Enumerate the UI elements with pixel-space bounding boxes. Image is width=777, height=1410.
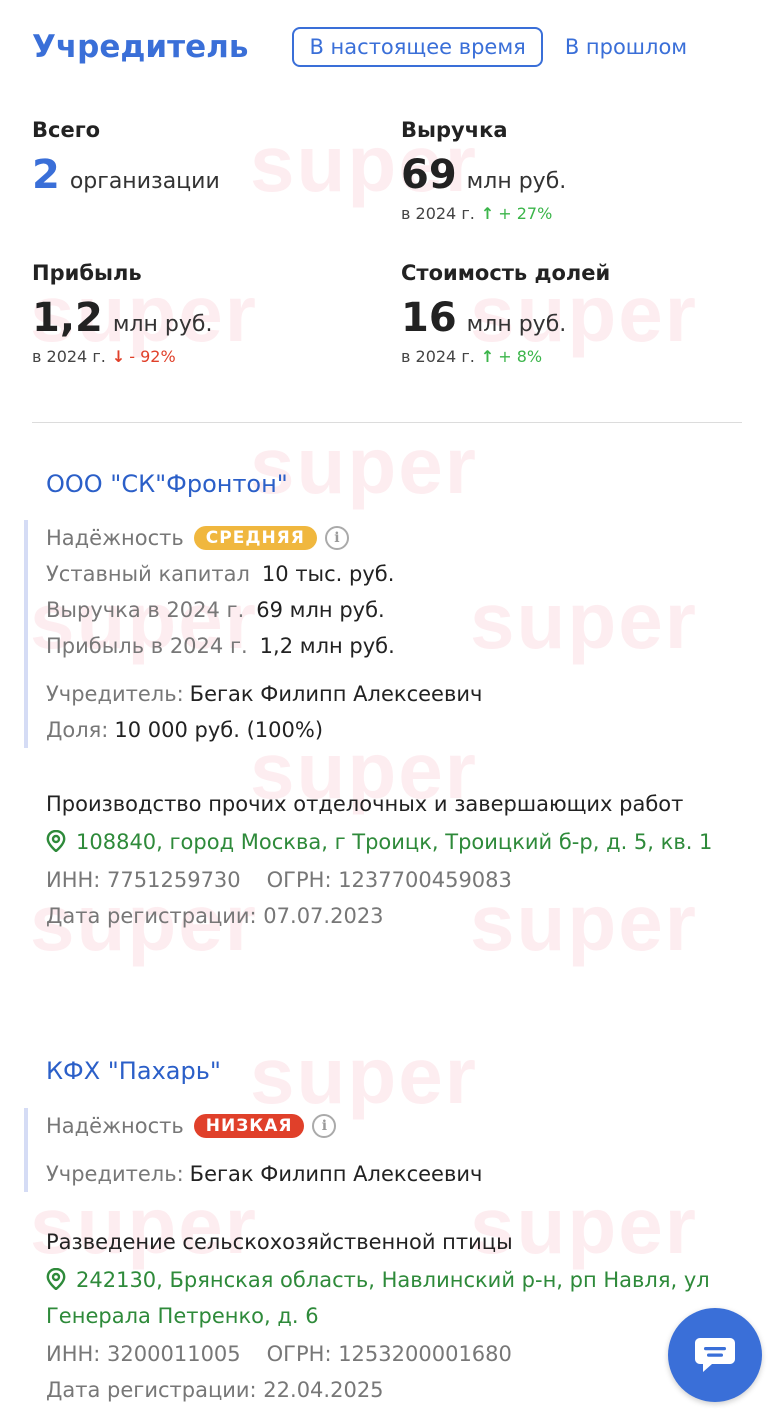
address-link[interactable]: 242130, Брянская область, Навлинский р-н…: [46, 1262, 746, 1334]
info-icon[interactable]: i: [312, 1114, 337, 1138]
stat-change: + 8%: [498, 347, 543, 366]
location-pin-icon: [46, 830, 66, 852]
stat-year: в 2024 г.: [401, 204, 475, 223]
reliability-label: Надёжность: [46, 1114, 184, 1138]
stat-value: 69: [401, 152, 457, 198]
registration-date: Дата регистрации: 07.07.2023: [46, 904, 384, 928]
org-name-link[interactable]: КФХ "Пахарь": [46, 1057, 221, 1085]
capital-value: 10 тыс. руб.: [261, 562, 395, 586]
stat-label: Стоимость долей: [401, 261, 611, 285]
stat-label: Прибыль: [32, 261, 142, 285]
revenue-value: 69 млн руб.: [256, 598, 385, 622]
tab-current[interactable]: В настоящее время: [292, 27, 543, 67]
org-info: Производство прочих отделочных и заверша…: [46, 786, 746, 934]
stat-shares: Стоимость долей 16 млн руб. в 2024 г. ↑ …: [401, 261, 741, 366]
ogrn: ОГРН: 1237700459083: [266, 868, 512, 892]
reliability-label: Надёжность: [46, 526, 184, 550]
profit-row: Прибыль в 2024 г. 1,2 млн руб.: [46, 628, 744, 664]
watermark: super: [250, 421, 478, 510]
stat-total: Всего 2 организации: [32, 118, 372, 198]
divider: [32, 422, 742, 423]
revenue-row: Выручка в 2024 г. 69 млн руб.: [46, 592, 744, 628]
stat-unit: млн руб.: [466, 169, 567, 194]
reliability-badge: НИЗКАЯ: [193, 1114, 305, 1138]
page-title: Учредитель: [32, 29, 249, 65]
profit-label: Прибыль в 2024 г.: [46, 634, 248, 658]
share-value: 10 000 руб. (100%): [114, 718, 324, 742]
address-text: 242130, Брянская область, Навлинский р-н…: [46, 1268, 710, 1328]
founder-label: Учредитель:: [46, 1162, 184, 1186]
stat-change-row: в 2024 г. ↓ - 92%: [32, 347, 372, 366]
chat-icon: [695, 1338, 735, 1372]
stat-unit: млн руб.: [112, 312, 213, 337]
stat-change-row: в 2024 г. ↑ + 27%: [401, 204, 741, 223]
stat-unit: млн руб.: [466, 312, 567, 337]
stat-unit: организации: [69, 169, 220, 194]
reliability-row: Надёжность СРЕДНЯЯ i: [46, 520, 744, 556]
inn: ИНН: 3200011005: [46, 1342, 241, 1366]
founder-row: Учредитель: Бегак Филипп Алексеевич: [46, 676, 744, 712]
stat-change: + 27%: [498, 204, 553, 223]
tab-past[interactable]: В прошлом: [565, 35, 687, 59]
inn: ИНН: 7751259730: [46, 868, 241, 892]
section-header: Учредитель В настоящее время В прошлом: [32, 22, 752, 72]
revenue-label: Выручка в 2024 г.: [46, 598, 245, 622]
share-label: Доля:: [46, 718, 109, 742]
stat-label: Выручка: [401, 118, 508, 142]
reliability-row: Надёжность НИЗКАЯ i: [46, 1108, 744, 1144]
page: super super super super super super supe…: [0, 0, 777, 1410]
stat-year: в 2024 г.: [32, 347, 106, 366]
profit-value: 1,2 млн руб.: [259, 634, 395, 658]
org-details: Надёжность СРЕДНЯЯ i Уставный капитал 10…: [24, 520, 744, 748]
org-info: Разведение сельскохозяйственной птицы 24…: [46, 1224, 746, 1408]
activity-text: Производство прочих отделочных и заверша…: [46, 792, 684, 816]
arrow-down-icon: ↓: [111, 347, 126, 366]
stat-change-row: в 2024 г. ↑ + 8%: [401, 347, 741, 366]
reliability-badge: СРЕДНЯЯ: [193, 526, 317, 550]
stat-value: 16: [401, 295, 457, 341]
founder-row: Учредитель: Бегак Филипп Алексеевич: [46, 1156, 744, 1192]
ids-row: ИНН: 7751259730 ОГРН: 1237700459083: [46, 862, 746, 898]
stat-value: 1,2: [32, 295, 103, 341]
stat-revenue: Выручка 69 млн руб. в 2024 г. ↑ + 27%: [401, 118, 741, 223]
share-row: Доля: 10 000 руб. (100%): [46, 712, 744, 748]
capital-label: Уставный капитал: [46, 562, 250, 586]
founder-name: Бегак Филипп Алексеевич: [189, 682, 483, 706]
arrow-up-icon: ↑: [480, 347, 495, 366]
founder-label: Учредитель:: [46, 682, 184, 706]
chat-button[interactable]: [668, 1308, 762, 1402]
stat-profit: Прибыль 1,2 млн руб. в 2024 г. ↓ - 92%: [32, 261, 372, 366]
address-link[interactable]: 108840, город Москва, г Троицк, Троицкий…: [46, 824, 746, 860]
ogrn: ОГРН: 1253200001680: [266, 1342, 512, 1366]
ids-row: ИНН: 3200011005 ОГРН: 1253200001680: [46, 1336, 746, 1372]
stat-value[interactable]: 2: [32, 152, 60, 198]
org-name-link[interactable]: ООО "СК"Фронтон": [46, 470, 288, 498]
stat-year: в 2024 г.: [401, 347, 475, 366]
capital-row: Уставный капитал 10 тыс. руб.: [46, 556, 744, 592]
stat-label: Всего: [32, 118, 101, 142]
info-icon[interactable]: i: [324, 526, 349, 550]
org-details: Надёжность НИЗКАЯ i Учредитель: Бегак Фи…: [24, 1108, 744, 1192]
registration-date: Дата регистрации: 22.04.2025: [46, 1378, 384, 1402]
founder-name: Бегак Филипп Алексеевич: [189, 1162, 483, 1186]
arrow-up-icon: ↑: [480, 204, 495, 223]
address-text: 108840, город Москва, г Троицк, Троицкий…: [76, 830, 713, 854]
activity-text: Разведение сельскохозяйственной птицы: [46, 1230, 513, 1254]
location-pin-icon: [46, 1268, 66, 1290]
stat-change: - 92%: [129, 347, 176, 366]
